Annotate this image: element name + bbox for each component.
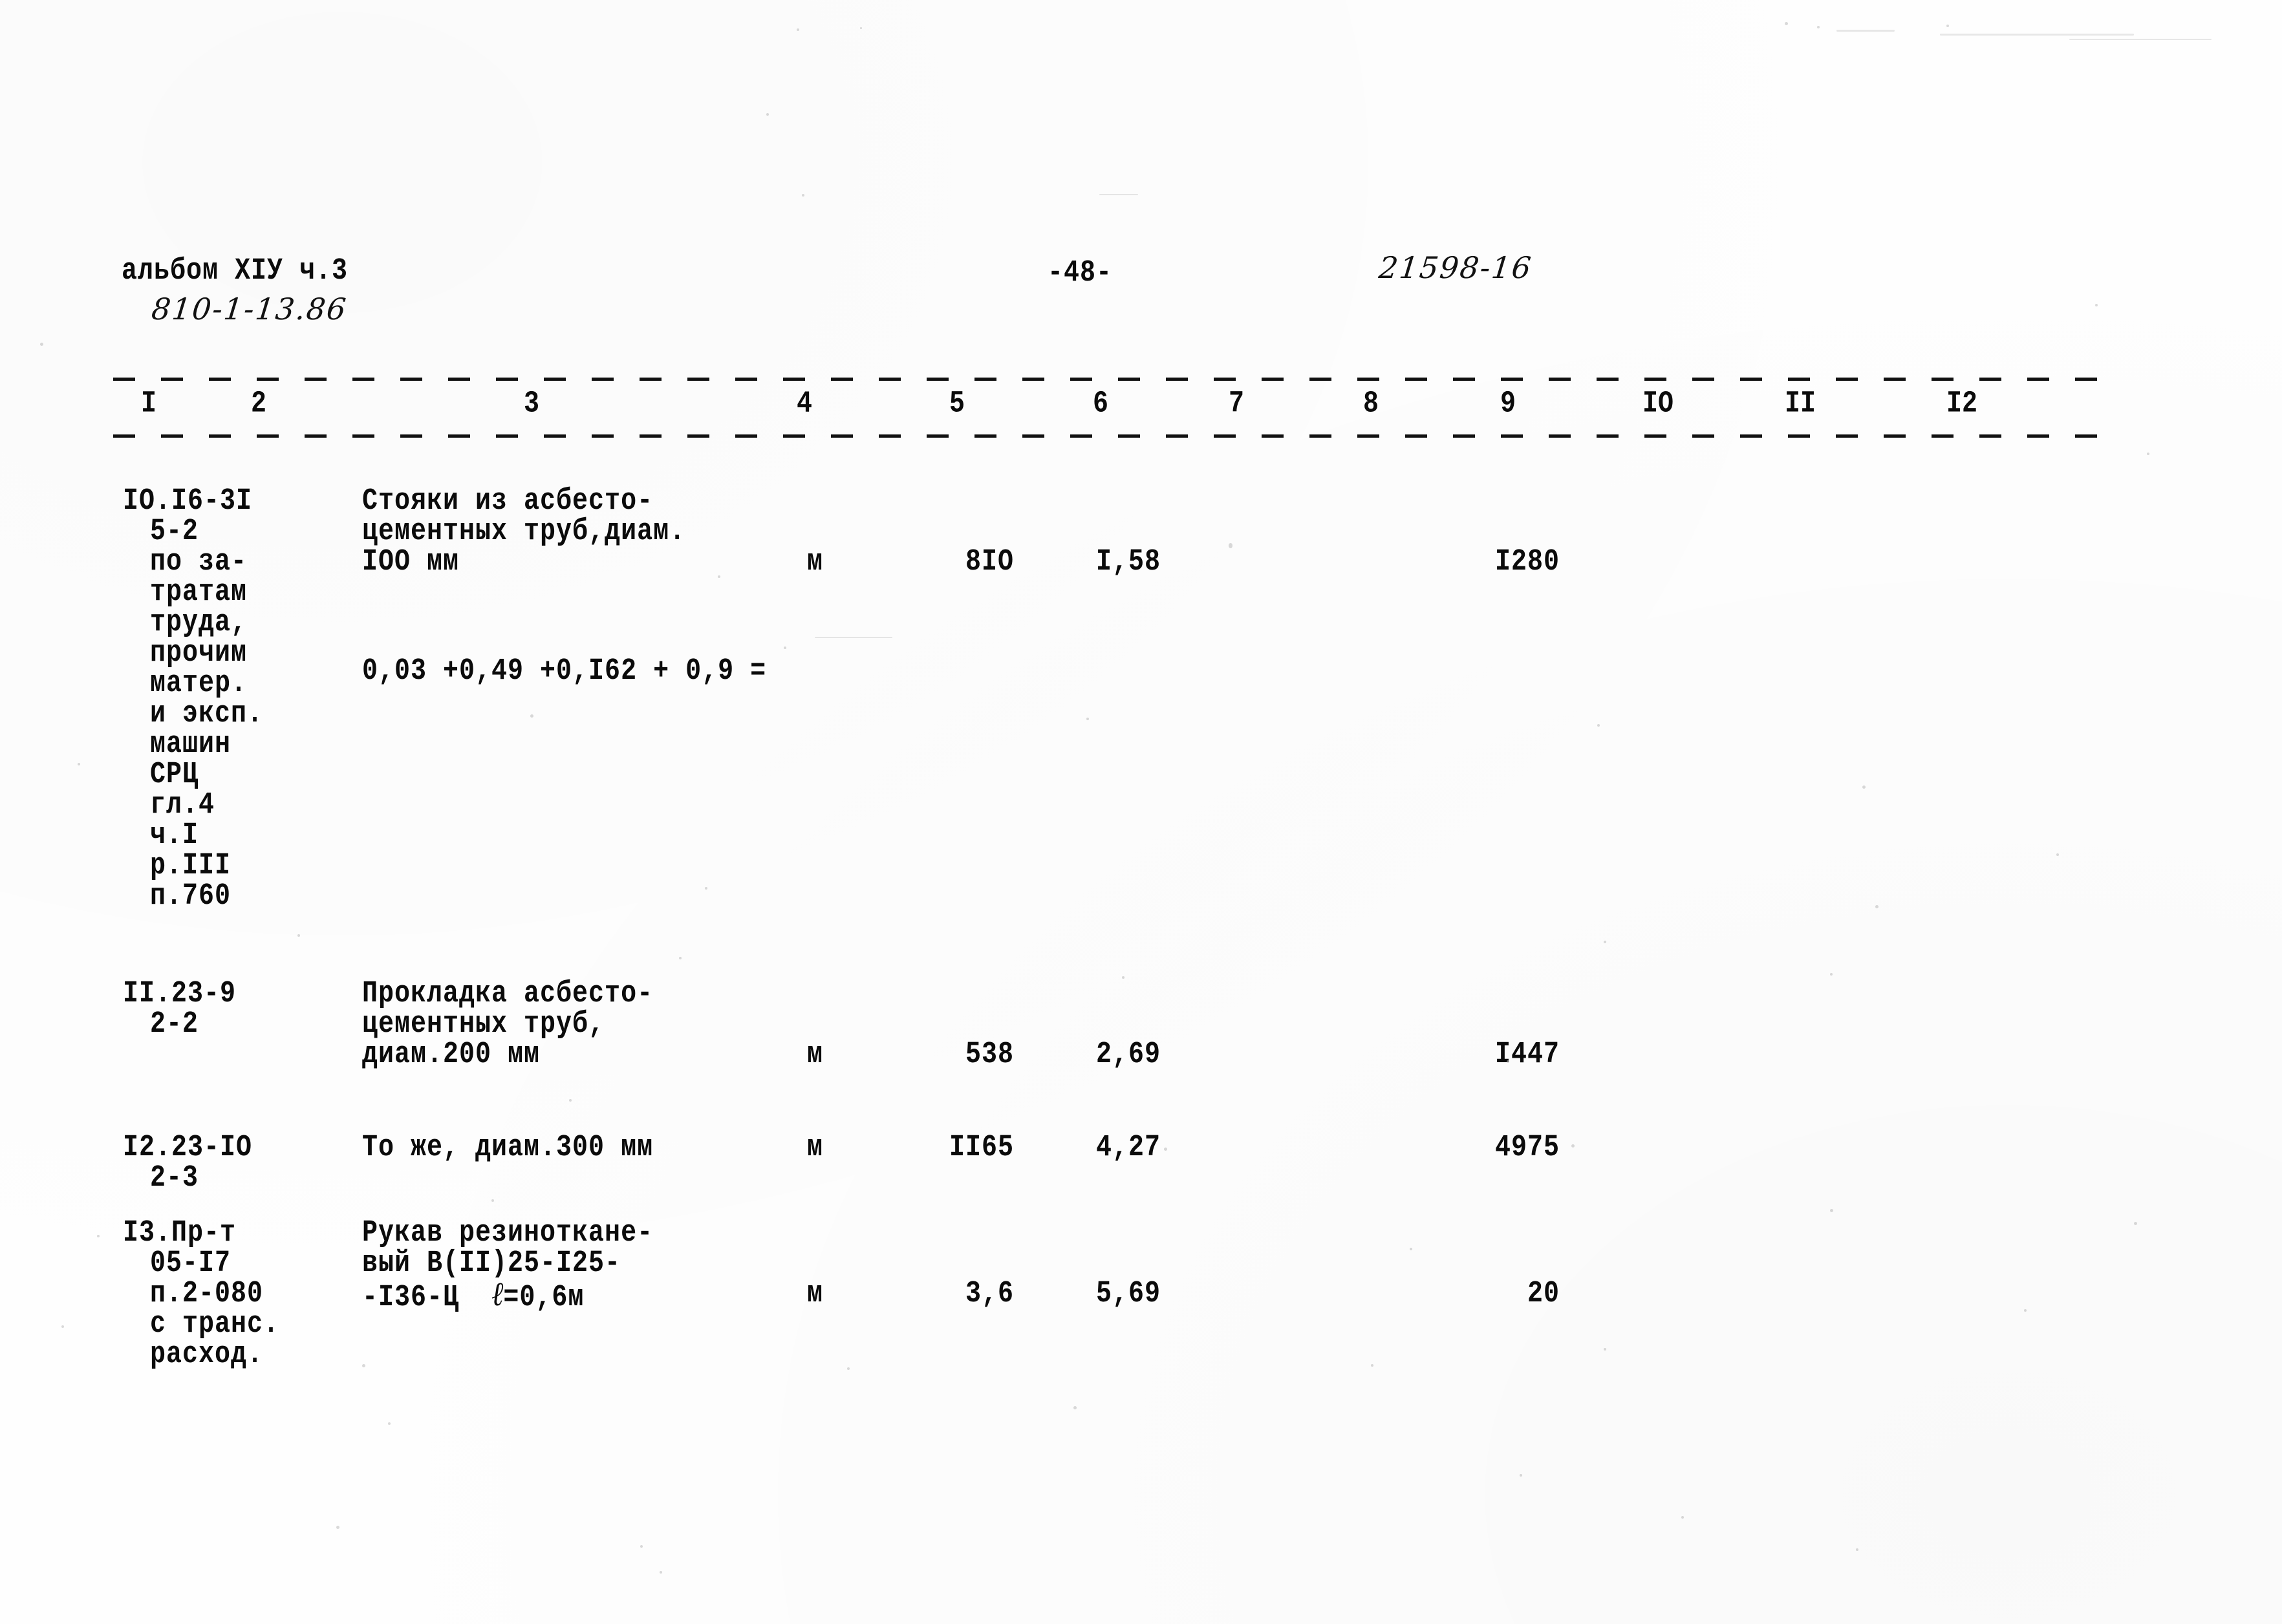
table-row: I3.Пр-т 05-I7 п.2-080 с транс. расход. Рукав … <box>0 1215 2282 1603</box>
unit-cell: м <box>807 1277 824 1312</box>
quantity-cell: 3,6 <box>965 1277 1014 1312</box>
cell-text-line: расход. <box>150 1338 264 1373</box>
cell-text-line: 2-3 <box>150 1161 199 1196</box>
unit-cell: м <box>807 545 824 580</box>
cost-formula: 0,03 +0,49 +0,I62 + 0,9 = <box>362 654 767 689</box>
unit-cost-cell: 5,69 <box>1095 1277 1161 1312</box>
hose-code-suffix: -I36-Ц <box>362 1281 492 1316</box>
cell-text-line: То же, диам.300 мм <box>362 1131 654 1166</box>
unit-cost-cell: 4,27 <box>1095 1131 1161 1166</box>
cell-text-line: 2-2 <box>150 1007 199 1042</box>
cell-text-line-with-length-symbol: -I36-Ц ℓ=0,6м <box>362 1276 584 1316</box>
quantity-cell: 538 <box>965 1038 1014 1073</box>
cell-text-line: п.760 <box>150 879 231 914</box>
quantity-cell: II65 <box>949 1131 1014 1166</box>
table-body: IO.I6-3I 5-2 по за-тратам труда, прочим матер… <box>0 0 2282 1372</box>
total-cost-cell: 4975 <box>1494 1131 1560 1166</box>
table-row: IO.I6-3I 5-2 по за-тратам труда, прочим матер… <box>0 484 2282 914</box>
cell-text-line: диам.200 мм <box>362 1038 541 1073</box>
document-page: альбом XIУ ч.3 810-1-13.86 -48- 21598-16… <box>0 0 2282 1624</box>
unit-cost-cell: I,58 <box>1095 545 1161 580</box>
total-cost-cell: 20 <box>1527 1277 1560 1312</box>
unit-cell: м <box>807 1131 824 1166</box>
length-value: =0,6м <box>503 1281 585 1316</box>
length-ell-symbol: ℓ <box>491 1274 504 1314</box>
total-cost-cell: I447 <box>1494 1038 1560 1073</box>
cell-text-line: IOO мм <box>362 545 460 580</box>
unit-cost-cell: 2,69 <box>1095 1038 1161 1073</box>
quantity-cell: 8IO <box>965 545 1014 580</box>
total-cost-cell: I280 <box>1494 545 1560 580</box>
unit-cell: м <box>807 1038 824 1073</box>
